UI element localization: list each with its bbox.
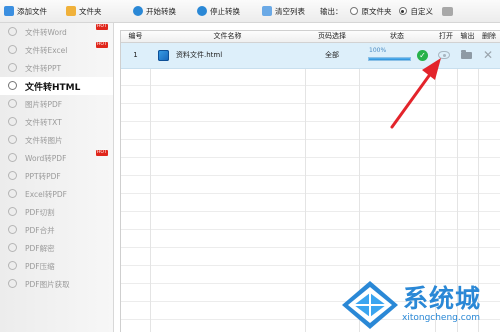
sidebar-item-label: 文件转PPT: [25, 63, 62, 73]
start-convert-button[interactable]: 开始转换: [133, 4, 176, 18]
delete-icon[interactable]: ✕: [483, 48, 493, 62]
stop-convert-button[interactable]: 停止转换: [197, 4, 240, 18]
open-eye-icon[interactable]: [438, 51, 450, 59]
watermark: 系统城 xitongcheng.com: [340, 279, 500, 332]
sidebar-item-label: PDF切割: [25, 207, 55, 217]
convert-mode-icon: [8, 207, 17, 216]
convert-mode-icon: [8, 225, 17, 234]
original-folder-label: 原文件夹: [361, 6, 392, 16]
custom-label: 自定义: [410, 6, 434, 16]
success-check-icon: ✓: [417, 50, 428, 61]
col-delete-header: 删除: [482, 32, 496, 40]
progress-fill: [369, 58, 410, 60]
sidebar-item[interactable]: PDF合并: [0, 221, 113, 239]
sidebar-item-label: PDF压缩: [25, 261, 55, 271]
sidebar-item-label: 文件转图片: [25, 135, 63, 145]
output-folder-icon[interactable]: [461, 50, 472, 59]
sidebar-item-label: Word转PDF: [25, 153, 67, 163]
brand-logo-icon: [342, 281, 398, 329]
sidebar-item[interactable]: PPT转PDF: [0, 167, 113, 185]
convert-mode-icon: [8, 45, 17, 54]
convert-mode-icon: [8, 99, 17, 108]
add-file-label: 添加文件: [17, 6, 47, 16]
clear-label: 清空列表: [275, 6, 305, 16]
folder-label: 文件夹: [79, 6, 102, 16]
convert-mode-icon: [8, 63, 17, 72]
sidebar-item-label: PPT转PDF: [25, 171, 61, 181]
col-status-header: 状态: [390, 32, 404, 40]
stop-label: 停止转换: [210, 6, 240, 16]
convert-mode-icon: [8, 189, 17, 198]
radio-custom[interactable]: [398, 7, 407, 15]
convert-mode-icon: [8, 243, 17, 252]
col-output-header: 输出: [460, 32, 475, 40]
add-file-button[interactable]: 添加文件: [4, 4, 47, 18]
output-options: 输出： 原文件夹 自定义: [320, 4, 453, 18]
col-index-header: 编号: [128, 32, 143, 40]
convert-mode-icon: [8, 279, 17, 288]
watermark-title: 系统城: [403, 284, 482, 313]
stop-icon: [197, 6, 207, 16]
hot-badge: HOT: [96, 42, 108, 48]
sidebar-item[interactable]: PDF压缩: [0, 257, 113, 275]
sidebar-item-label: PDF解密: [25, 243, 55, 253]
sidebar-item[interactable]: 文件转TXT: [0, 113, 113, 131]
convert-mode-icon: [8, 135, 17, 144]
add-file-icon: [4, 6, 14, 16]
convert-mode-icon: [8, 117, 17, 126]
sidebar-item[interactable]: 文件转图片: [0, 131, 113, 149]
sidebar-item[interactable]: PDF切割: [0, 203, 113, 221]
table-row[interactable]: 1 资料文件.html 全部 100% ✓ ✕: [121, 43, 500, 69]
hot-badge: HOT: [96, 24, 108, 30]
hot-badge: HOT: [96, 150, 108, 156]
sidebar-item-label: 文件转TXT: [25, 117, 62, 127]
sidebar-item[interactable]: 文件转PPT: [0, 59, 113, 77]
add-folder-button[interactable]: 文件夹: [66, 4, 102, 18]
clear-list-icon: [262, 6, 272, 16]
sidebar-item-label: PDF图片获取: [25, 279, 70, 289]
col-open-header: 打开: [439, 32, 453, 40]
row-filename: 资料文件.html: [176, 51, 223, 59]
convert-mode-icon: [8, 27, 17, 36]
convert-mode-icon: [8, 261, 17, 270]
convert-mode-icon: [8, 81, 17, 90]
table-header: 编号 文件名称 页码选择 状态 打开 输出 删除: [121, 31, 500, 43]
sidebar-item-label: 文件转Word: [25, 27, 67, 37]
sidebar-item-label: 文件转HTML: [25, 82, 81, 93]
col-pages-header: 页码选择: [318, 32, 346, 40]
start-label: 开始转换: [146, 6, 176, 16]
html-file-icon: [158, 50, 169, 61]
col-filename-header: 文件名称: [213, 32, 242, 40]
row-index: 1: [133, 51, 138, 59]
sidebar-item[interactable]: 文件转Word HOT: [0, 23, 113, 41]
folder-icon: [66, 6, 76, 16]
sidebar-item[interactable]: PDF解密: [0, 239, 113, 257]
toolbar: 添加文件 文件夹 开始转换 停止转换 清空列表 输出： 原文件夹 自定义: [0, 0, 500, 23]
sidebar-item[interactable]: 文件转Excel HOT: [0, 41, 113, 59]
radio-original-folder[interactable]: [349, 7, 358, 15]
sidebar: 文件转Word HOT 文件转Excel HOT 文件转PPT 文件转HTML 图片转PDF…: [0, 23, 114, 332]
output-label: 输出：: [320, 6, 343, 16]
progress-bar: [368, 57, 411, 61]
sidebar-item[interactable]: Excel转PDF: [0, 185, 113, 203]
convert-mode-icon: [8, 153, 17, 162]
sidebar-item[interactable]: Word转PDF HOT: [0, 149, 113, 167]
sidebar-item[interactable]: 图片转PDF: [0, 95, 113, 113]
clear-list-button[interactable]: 清空列表: [262, 4, 305, 18]
sidebar-item[interactable]: 文件转HTML: [0, 77, 113, 95]
row-pages[interactable]: 全部: [305, 43, 359, 68]
sidebar-item[interactable]: PDF图片获取: [0, 275, 113, 293]
progress-text: 100%: [369, 47, 387, 54]
play-icon: [133, 6, 143, 16]
sidebar-item-label: 图片转PDF: [25, 99, 63, 109]
watermark-subtitle: xitongcheng.com: [402, 313, 480, 323]
sidebar-item-label: 文件转Excel: [25, 45, 68, 55]
sidebar-item-label: PDF合并: [25, 225, 55, 235]
browse-folder-icon[interactable]: [442, 6, 453, 16]
convert-mode-icon: [8, 171, 17, 180]
sidebar-item-label: Excel转PDF: [25, 189, 67, 199]
